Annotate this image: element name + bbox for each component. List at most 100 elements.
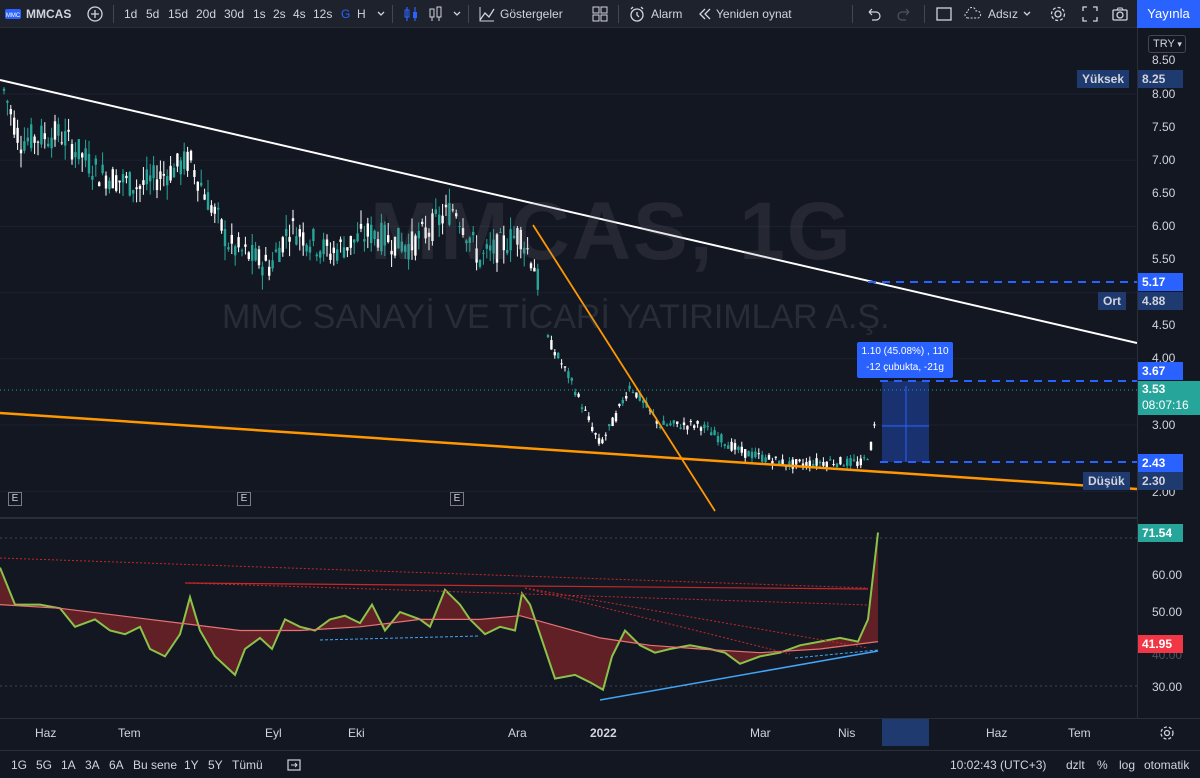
candle-body (315, 254, 318, 257)
interval-30d[interactable]: 30d (224, 0, 244, 28)
replay-icon[interactable] (696, 5, 714, 23)
candle-body (271, 260, 274, 269)
interval-h[interactable]: H (357, 0, 366, 28)
candle-body (121, 174, 125, 183)
replay-button[interactable]: Yeniden oynat (716, 0, 792, 28)
range-1a[interactable]: 1A (61, 758, 76, 772)
candle-body (342, 247, 346, 258)
candle-body (149, 175, 152, 182)
earnings-marker[interactable]: E (8, 492, 22, 506)
interval-1d[interactable]: 1d (124, 0, 137, 28)
gear-icon[interactable] (1158, 724, 1176, 742)
add-symbol-icon[interactable] (86, 5, 104, 23)
candle-body (604, 434, 607, 436)
range-this-year[interactable]: Bu sene (133, 758, 177, 772)
candle-body (115, 175, 118, 191)
alarm-button[interactable]: Alarm (651, 0, 682, 28)
gear-icon[interactable] (1049, 5, 1067, 23)
range-all[interactable]: Tümü (232, 758, 263, 772)
indicator-tick: 50.00 (1152, 605, 1183, 619)
bar-style-icon[interactable] (426, 5, 444, 23)
interval-20d[interactable]: 20d (196, 0, 216, 28)
candle-body (50, 137, 53, 149)
candle-body (859, 458, 862, 466)
chevron-down-icon[interactable] (1018, 5, 1036, 23)
publish-button[interactable]: Yayınla (1137, 0, 1200, 28)
templates-icon[interactable] (591, 5, 609, 23)
candle-body (251, 244, 254, 261)
candle-body (125, 175, 128, 179)
candle-body (298, 229, 301, 237)
fullscreen-box-icon[interactable] (935, 5, 953, 23)
candle-body (179, 160, 182, 175)
candle-body (363, 239, 366, 242)
range-5g[interactable]: 5G (36, 758, 52, 772)
chevron-down-icon[interactable] (372, 5, 390, 23)
candle-body (220, 219, 223, 231)
earnings-marker[interactable]: E (450, 492, 464, 506)
candle-body (730, 441, 733, 451)
interval-5d[interactable]: 5d (146, 0, 159, 28)
indicators-button[interactable]: Göstergeler (500, 0, 563, 28)
candles-icon[interactable] (402, 5, 420, 23)
candle-body (356, 233, 359, 242)
candle-body (40, 125, 43, 145)
symbol-search-button[interactable]: MMCAS (26, 0, 71, 28)
candle-body (172, 167, 176, 178)
candle-body (686, 425, 689, 430)
go-to-date-icon[interactable] (286, 757, 302, 773)
undo-icon[interactable] (864, 5, 882, 23)
interval-2s[interactable]: 2s (273, 0, 286, 28)
chevron-down-icon[interactable] (448, 5, 466, 23)
range-6a[interactable]: 6A (109, 758, 124, 772)
candle-body (196, 181, 199, 191)
cloud-icon[interactable] (964, 5, 982, 23)
time-axis[interactable]: Haz Tem Eyl Eki Ara 2022 Mar Nis Haz Tem (0, 718, 1200, 746)
avg-value: 4.88 (1138, 292, 1183, 310)
range-1g[interactable]: 1G (11, 758, 27, 772)
auto-toggle[interactable]: otomatik (1144, 758, 1189, 772)
measure-bars: -12 çubukta, -21g (866, 362, 944, 373)
range-5y[interactable]: 5Y (208, 758, 223, 772)
chart-canvas[interactable] (0, 28, 1137, 718)
range-3a[interactable]: 3A (85, 758, 100, 772)
log-toggle[interactable]: log (1119, 758, 1135, 772)
candle-body (567, 371, 570, 379)
grid (0, 93, 1137, 492)
candle-body (737, 446, 740, 451)
candle-body (118, 180, 121, 183)
measure-bottom-value: 2.43 (1138, 454, 1183, 472)
candle-body (866, 459, 869, 461)
candle-body (693, 425, 696, 428)
interval-1s[interactable]: 1s (253, 0, 266, 28)
orange-support-trendline[interactable] (0, 411, 1137, 491)
adjust-toggle[interactable]: dzlt (1066, 758, 1085, 772)
candle-body (64, 131, 67, 146)
fullscreen-icon[interactable] (1081, 5, 1099, 23)
indicators-icon[interactable] (478, 5, 496, 23)
candle-body (727, 445, 730, 449)
interval-g[interactable]: G (341, 0, 350, 28)
currency-select[interactable]: TRY ▾ (1148, 35, 1186, 53)
earnings-marker[interactable]: E (237, 492, 251, 506)
pane-separator[interactable] (0, 517, 1137, 519)
low-value: 2.30 (1138, 472, 1183, 490)
candle-body (23, 141, 26, 151)
candle-body (822, 461, 825, 466)
candle-body (183, 151, 186, 169)
clock-time[interactable]: 10:02:43 (UTC+3) (950, 758, 1046, 772)
candle-body (101, 164, 104, 174)
camera-icon[interactable] (1111, 5, 1129, 23)
layout-name-button[interactable]: Adsız (988, 0, 1018, 28)
alarm-clock-icon[interactable] (628, 5, 646, 23)
price-tick: 3.00 (1152, 418, 1176, 432)
interval-4s[interactable]: 4s (293, 0, 306, 28)
interval-15d[interactable]: 15d (168, 0, 188, 28)
candle-body (217, 207, 220, 210)
candle-body (584, 409, 587, 411)
range-1y[interactable]: 1Y (184, 758, 199, 772)
percent-toggle[interactable]: % (1097, 758, 1108, 772)
candle-body (557, 352, 560, 359)
interval-12s[interactable]: 12s (313, 0, 332, 28)
redo-icon[interactable] (896, 5, 914, 23)
